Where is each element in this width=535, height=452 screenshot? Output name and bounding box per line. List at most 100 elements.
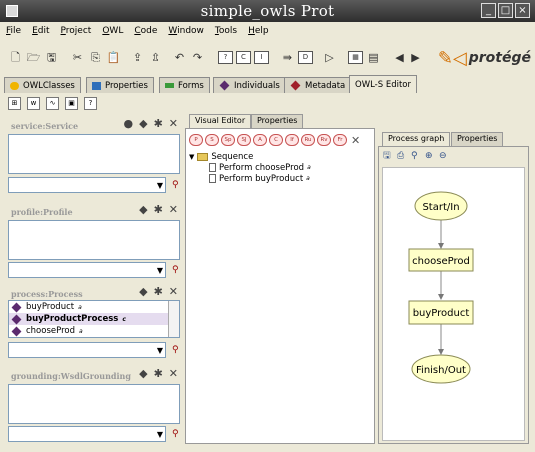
create-instance-icon[interactable]: ◆ bbox=[139, 117, 147, 130]
service-search-combo[interactable]: ▼ bbox=[8, 177, 166, 193]
run-icon[interactable]: ▷ bbox=[322, 51, 337, 64]
scrollbar[interactable] bbox=[168, 301, 179, 337]
copy-icon[interactable]: ⎘ bbox=[88, 51, 103, 64]
menu-owl[interactable]: OWL bbox=[102, 26, 123, 36]
new-project-icon[interactable]: 🗋 bbox=[8, 51, 23, 64]
service-list[interactable] bbox=[8, 134, 180, 174]
import-icon[interactable]: ⇪ bbox=[130, 51, 145, 64]
classify-icon[interactable]: ⇛ bbox=[280, 51, 295, 64]
prev-icon[interactable]: ◀ bbox=[392, 51, 407, 64]
link-icon[interactable]: ∿ bbox=[46, 97, 59, 110]
process-search-combo[interactable]: ▼ bbox=[8, 342, 166, 358]
close-button[interactable]: × bbox=[515, 3, 530, 18]
delete-icon[interactable]: ✕ bbox=[169, 203, 178, 216]
copy-instance-icon[interactable]: ✱ bbox=[154, 285, 163, 298]
tab-individuals[interactable]: Individuals bbox=[213, 77, 286, 93]
tab-visual-editor[interactable]: Visual Editor bbox=[189, 114, 252, 128]
repeat-until-button[interactable]: Ru bbox=[301, 134, 315, 146]
find-icon[interactable]: ⚲ bbox=[172, 345, 179, 355]
cut-icon[interactable]: ✂ bbox=[70, 51, 85, 64]
zoom-in-icon[interactable]: ⊕ bbox=[425, 151, 435, 161]
tree-row[interactable]: Perform chooseProd a bbox=[189, 162, 311, 173]
zoom-out-icon[interactable]: ⊖ bbox=[439, 151, 449, 161]
menu-help[interactable]: Help bbox=[248, 26, 269, 36]
menu-code[interactable]: Code bbox=[134, 26, 157, 36]
find-icon[interactable]: ⚲ bbox=[172, 180, 179, 190]
produce-button[interactable]: Fr bbox=[333, 134, 347, 146]
delete-icon[interactable]: ✕ bbox=[169, 367, 178, 380]
forward-icon[interactable]: ↷ bbox=[190, 51, 205, 64]
minimize-button[interactable]: _ bbox=[481, 3, 496, 18]
query-icon[interactable]: ? bbox=[84, 97, 97, 110]
tree-row[interactable]: Perform buyProduct a bbox=[189, 173, 311, 184]
menu-edit[interactable]: Edit bbox=[32, 26, 49, 36]
next-icon[interactable]: ▶ bbox=[408, 51, 423, 64]
list-item-selected[interactable]: buyProductProcess c bbox=[9, 313, 179, 325]
expand-icon[interactable]: ▼ bbox=[189, 153, 194, 161]
tab-owl-s-editor[interactable]: OWL-S Editor bbox=[349, 75, 418, 93]
paste-icon[interactable]: 📋 bbox=[106, 51, 121, 64]
profile-list[interactable] bbox=[8, 220, 180, 260]
tab-middle-properties[interactable]: Properties bbox=[251, 114, 304, 128]
find-icon[interactable]: ⚲ bbox=[172, 265, 179, 275]
query-icon[interactable]: ? bbox=[218, 51, 233, 64]
grounding-search-combo[interactable]: ▼ bbox=[8, 426, 166, 442]
chevron-down-icon[interactable]: ▼ bbox=[157, 181, 163, 190]
tab-properties[interactable]: Properties bbox=[86, 77, 154, 93]
export-icon[interactable]: ⇫ bbox=[148, 51, 163, 64]
check-icon[interactable]: D bbox=[298, 51, 313, 64]
if-then-else-button[interactable]: If bbox=[285, 134, 299, 146]
sequence-button[interactable]: S bbox=[205, 134, 219, 146]
create-instance-icon[interactable]: ◆ bbox=[139, 203, 147, 216]
save-project-icon[interactable]: 🖫 bbox=[44, 51, 59, 64]
grid-icon[interactable]: ▦ bbox=[348, 51, 363, 64]
list-item[interactable]: buyProduct a bbox=[9, 301, 179, 313]
zoom-icon[interactable]: ⚲ bbox=[411, 151, 421, 161]
open-project-icon[interactable]: 🗁 bbox=[26, 51, 41, 64]
tab-process-graph[interactable]: Process graph bbox=[382, 132, 451, 146]
split-join-button[interactable]: SJ bbox=[237, 134, 251, 146]
menu-tools[interactable]: Tools bbox=[215, 26, 237, 36]
chevron-down-icon[interactable]: ▼ bbox=[157, 346, 163, 355]
class-icon[interactable]: C bbox=[236, 51, 251, 64]
item-label: buyProductProcess bbox=[26, 314, 119, 324]
table-icon[interactable]: ▤ bbox=[366, 51, 381, 64]
tab-forms[interactable]: Forms bbox=[159, 77, 210, 93]
menu-window[interactable]: Window bbox=[168, 26, 204, 36]
find-icon[interactable]: ⚲ bbox=[172, 429, 179, 439]
tab-right-properties[interactable]: Properties bbox=[451, 132, 504, 146]
menu-file[interactable]: File bbox=[6, 26, 21, 36]
create-instance-icon[interactable]: ◆ bbox=[139, 285, 147, 298]
list-item[interactable]: chooseProd a bbox=[9, 325, 179, 337]
tree-row-root[interactable]: ▼ Sequence bbox=[189, 151, 311, 162]
delete-icon[interactable]: ✕ bbox=[169, 285, 178, 298]
instance-icon[interactable]: I bbox=[254, 51, 269, 64]
chevron-down-icon[interactable]: ▼ bbox=[157, 430, 163, 439]
grounding-list[interactable] bbox=[8, 384, 180, 424]
box-icon[interactable]: ▣ bbox=[65, 97, 78, 110]
copy-instance-icon[interactable]: ✱ bbox=[154, 117, 163, 130]
menu-project[interactable]: Project bbox=[61, 26, 92, 36]
back-icon[interactable]: ↶ bbox=[172, 51, 187, 64]
delete-icon[interactable]: ✕ bbox=[351, 134, 360, 147]
profile-search-combo[interactable]: ▼ bbox=[8, 262, 166, 278]
maximize-button[interactable]: □ bbox=[498, 3, 513, 18]
repeat-while-button[interactable]: Rv bbox=[317, 134, 331, 146]
copy-instance-icon[interactable]: ✱ bbox=[154, 367, 163, 380]
print-icon[interactable]: ⎙ bbox=[397, 151, 407, 161]
save-icon[interactable]: 🖫 bbox=[383, 151, 393, 161]
choice-button[interactable]: C bbox=[269, 134, 283, 146]
perform-button[interactable]: P bbox=[189, 134, 203, 146]
wsdl-icon[interactable]: w bbox=[27, 97, 40, 110]
tab-metadata[interactable]: Metadata bbox=[284, 77, 352, 93]
process-list[interactable]: buyProduct a buyProductProcess c chooseP… bbox=[8, 300, 180, 338]
any-order-button[interactable]: A bbox=[253, 134, 267, 146]
tab-owl-classes[interactable]: OWLClasses bbox=[4, 77, 81, 93]
copy-instance-icon[interactable]: ✱ bbox=[154, 203, 163, 216]
chevron-down-icon[interactable]: ▼ bbox=[157, 266, 163, 275]
add-instance-icon[interactable]: ● bbox=[123, 117, 133, 130]
hierarchy-icon[interactable]: ⊞ bbox=[8, 97, 21, 110]
delete-icon[interactable]: ✕ bbox=[169, 117, 178, 130]
split-button[interactable]: Sp bbox=[221, 134, 235, 146]
create-instance-icon[interactable]: ◆ bbox=[139, 367, 147, 380]
